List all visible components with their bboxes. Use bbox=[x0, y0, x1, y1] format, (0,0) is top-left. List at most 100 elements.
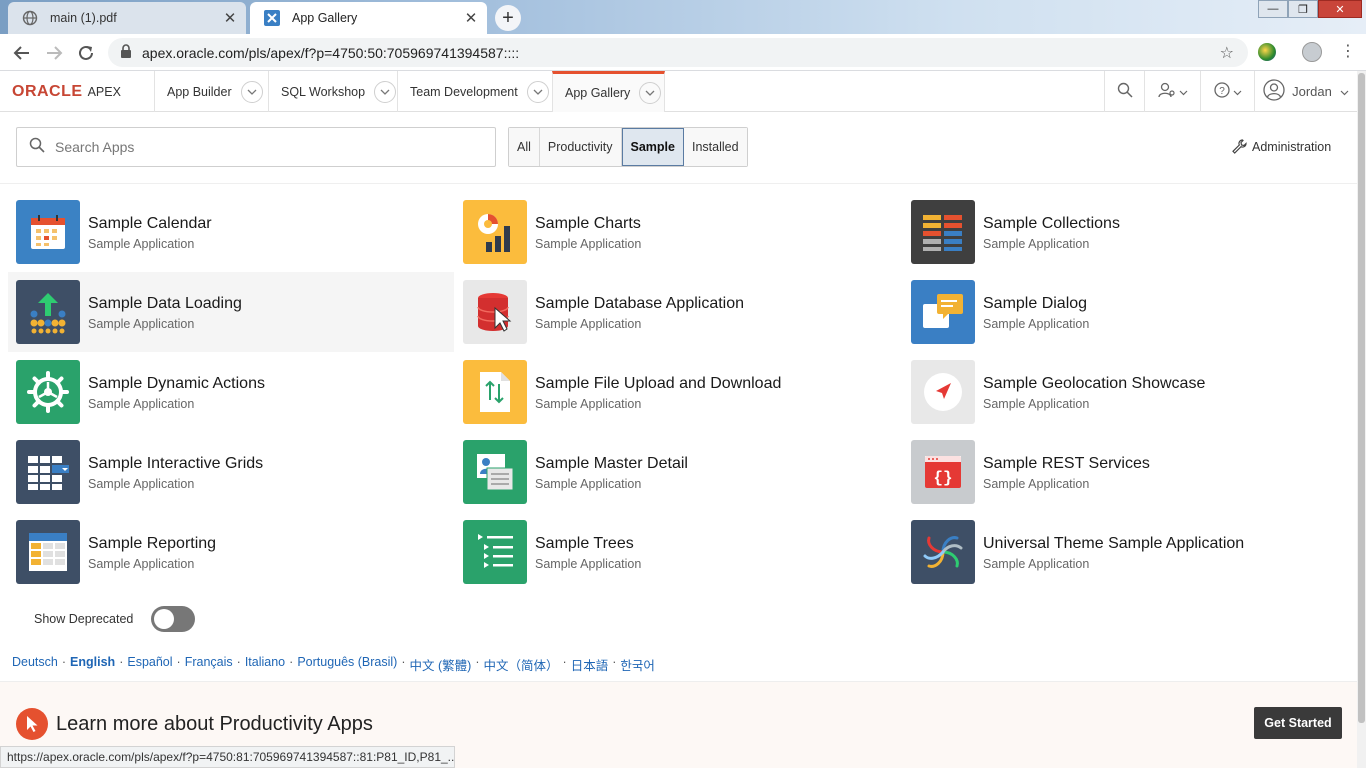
app-card-sample-file-upload-and-download[interactable]: Sample File Upload and Download Sample A… bbox=[455, 352, 901, 432]
search-apps-field[interactable] bbox=[16, 127, 496, 167]
nav-label: App Builder bbox=[167, 84, 232, 99]
app-title: Sample Dialog bbox=[983, 294, 1088, 312]
nav-team-development[interactable]: Team Development bbox=[397, 71, 552, 112]
nav-app-builder[interactable]: App Builder bbox=[154, 71, 268, 112]
app-card-sample-calendar[interactable]: Sample Calendar Sample Application bbox=[8, 192, 454, 272]
app-filter-group: All Productivity Sample Installed bbox=[508, 127, 748, 167]
nav-sql-workshop[interactable]: SQL Workshop bbox=[268, 71, 397, 112]
profile-avatar-icon[interactable] bbox=[1302, 42, 1322, 62]
app-title: Sample Trees bbox=[535, 534, 634, 552]
search-button[interactable] bbox=[1104, 71, 1144, 112]
search-icon bbox=[29, 137, 45, 158]
geolocation-icon bbox=[911, 360, 975, 424]
filter-all[interactable]: All bbox=[509, 128, 540, 166]
page-scrollbar[interactable] bbox=[1357, 71, 1366, 768]
app-card-text: Sample Dialog Sample Application bbox=[983, 294, 1089, 331]
user-menu[interactable]: Jordan bbox=[1254, 71, 1357, 112]
show-deprecated-row: Show Deprecated bbox=[34, 606, 196, 632]
app-title: Sample REST Services bbox=[983, 454, 1150, 472]
app-card-sample-reporting[interactable]: Sample Reporting Sample Application bbox=[8, 512, 454, 592]
chevron-down-icon bbox=[1179, 84, 1188, 99]
app-title: Sample Dynamic Actions bbox=[88, 374, 265, 392]
language-link[interactable]: Français bbox=[185, 655, 233, 674]
chevron-down-icon[interactable] bbox=[526, 80, 549, 103]
extension-icon[interactable] bbox=[1258, 43, 1276, 61]
language-link[interactable]: 日本語 bbox=[571, 655, 609, 674]
get-started-button[interactable]: Get Started bbox=[1254, 707, 1342, 739]
browser-menu-icon[interactable]: ⋮ bbox=[1340, 41, 1356, 61]
app-card-sample-dialog[interactable]: Sample Dialog Sample Application bbox=[903, 272, 1349, 352]
maximize-button[interactable]: ❐ bbox=[1288, 0, 1318, 18]
filter-sample[interactable]: Sample bbox=[621, 128, 684, 166]
cursor-pointer-icon bbox=[16, 708, 48, 740]
close-window-button[interactable]: ✕ bbox=[1318, 0, 1362, 18]
app-subtitle: Sample Application bbox=[983, 316, 1090, 331]
filter-productivity[interactable]: Productivity bbox=[539, 128, 622, 166]
close-tab-icon[interactable]: ✕ bbox=[218, 9, 242, 27]
language-link[interactable]: 中文 (繁體) bbox=[410, 655, 472, 674]
reload-icon[interactable] bbox=[74, 41, 98, 65]
language-link[interactable]: Deutsch bbox=[12, 655, 58, 674]
address-bar[interactable]: apex.oracle.com/pls/apex/f?p=4750:50:705… bbox=[108, 38, 1248, 67]
reporting-icon bbox=[16, 520, 80, 584]
app-subtitle: Sample Application bbox=[88, 476, 195, 491]
search-apps-input[interactable] bbox=[55, 139, 475, 155]
app-card-sample-geolocation-showcase[interactable]: Sample Geolocation Showcase Sample Appli… bbox=[903, 352, 1349, 432]
app-card-sample-charts[interactable]: Sample Charts Sample Application bbox=[455, 192, 901, 272]
app-title: Sample File Upload and Download bbox=[535, 374, 782, 392]
app-card-sample-data-loading[interactable]: Sample Data Loading Sample Application bbox=[8, 272, 454, 352]
language-link[interactable]: 한국어 bbox=[620, 655, 655, 674]
app-subtitle: Sample Application bbox=[88, 236, 195, 251]
nav-label: App Gallery bbox=[565, 86, 631, 100]
help-menu[interactable]: ? bbox=[1200, 71, 1254, 112]
globe-icon bbox=[22, 10, 38, 26]
app-card-text: Sample Master Detail Sample Application bbox=[535, 454, 688, 491]
nav-app-gallery[interactable]: App Gallery bbox=[552, 71, 665, 112]
scrollbar-thumb[interactable] bbox=[1358, 73, 1365, 723]
browser-tab-pdf[interactable]: main (1).pdf ✕ bbox=[8, 2, 246, 34]
app-card-sample-trees[interactable]: Sample Trees Sample Application bbox=[455, 512, 901, 592]
back-arrow-icon[interactable] bbox=[10, 41, 34, 65]
app-title: Sample Charts bbox=[535, 214, 641, 232]
user-admin-menu[interactable] bbox=[1144, 71, 1200, 112]
browser-tabstrip: main (1).pdf ✕ App Gallery ✕ + — ❐ ✕ bbox=[0, 0, 1366, 34]
app-card-sample-master-detail[interactable]: Sample Master Detail Sample Application bbox=[455, 432, 901, 512]
minimize-button[interactable]: — bbox=[1258, 0, 1288, 18]
master-detail-icon bbox=[463, 440, 527, 504]
new-tab-button[interactable]: + bbox=[495, 5, 521, 31]
browser-tab-app-gallery[interactable]: App Gallery ✕ bbox=[250, 2, 487, 34]
chevron-down-icon[interactable] bbox=[374, 80, 397, 103]
app-card-sample-interactive-grids[interactable]: Sample Interactive Grids Sample Applicat… bbox=[8, 432, 454, 512]
chevron-down-icon[interactable] bbox=[639, 82, 662, 104]
language-link[interactable]: Italiano bbox=[245, 655, 285, 674]
forward-arrow-icon[interactable] bbox=[42, 41, 66, 65]
app-card-sample-collections[interactable]: Sample Collections Sample Application bbox=[903, 192, 1349, 272]
language-link-current[interactable]: English bbox=[70, 655, 115, 674]
close-tab-icon[interactable]: ✕ bbox=[459, 9, 483, 27]
administration-link[interactable]: Administration bbox=[1232, 139, 1331, 154]
app-title: Sample Master Detail bbox=[535, 454, 688, 472]
app-title: Sample Calendar bbox=[88, 214, 212, 232]
user-avatar-icon bbox=[1263, 79, 1285, 104]
language-link[interactable]: 中文（简体） bbox=[484, 655, 559, 674]
language-link[interactable]: Português (Brasil) bbox=[297, 655, 397, 674]
oracle-brand: ORACLE bbox=[12, 83, 83, 100]
apex-header: ORACLE APEX App Builder SQL Workshop Tea… bbox=[0, 71, 1366, 112]
tab-title: main (1).pdf bbox=[50, 11, 117, 25]
chevron-down-icon[interactable] bbox=[240, 80, 263, 103]
app-subtitle: Sample Application bbox=[535, 316, 642, 331]
app-card-sample-database-application[interactable]: Sample Database Application Sample Appli… bbox=[455, 272, 901, 352]
window-controls: — ❐ ✕ bbox=[1258, 0, 1362, 18]
oracle-apex-logo[interactable]: ORACLE APEX bbox=[12, 83, 121, 101]
language-link[interactable]: Español bbox=[127, 655, 172, 674]
app-card-sample-dynamic-actions[interactable]: Sample Dynamic Actions Sample Applicatio… bbox=[8, 352, 454, 432]
app-card-text: Sample Collections Sample Application bbox=[983, 214, 1120, 251]
filter-installed[interactable]: Installed bbox=[683, 128, 747, 166]
bookmark-star-icon[interactable]: ☆ bbox=[1220, 43, 1234, 63]
nav-label: Team Development bbox=[410, 84, 518, 99]
app-card-universal-theme-sample-application[interactable]: Universal Theme Sample Application Sampl… bbox=[903, 512, 1349, 592]
app-card-sample-rest-services[interactable]: {} Sample REST Services Sample Applicati… bbox=[903, 432, 1349, 512]
charts-icon bbox=[463, 200, 527, 264]
help-icon: ? bbox=[1213, 82, 1230, 101]
show-deprecated-toggle[interactable] bbox=[151, 606, 196, 632]
